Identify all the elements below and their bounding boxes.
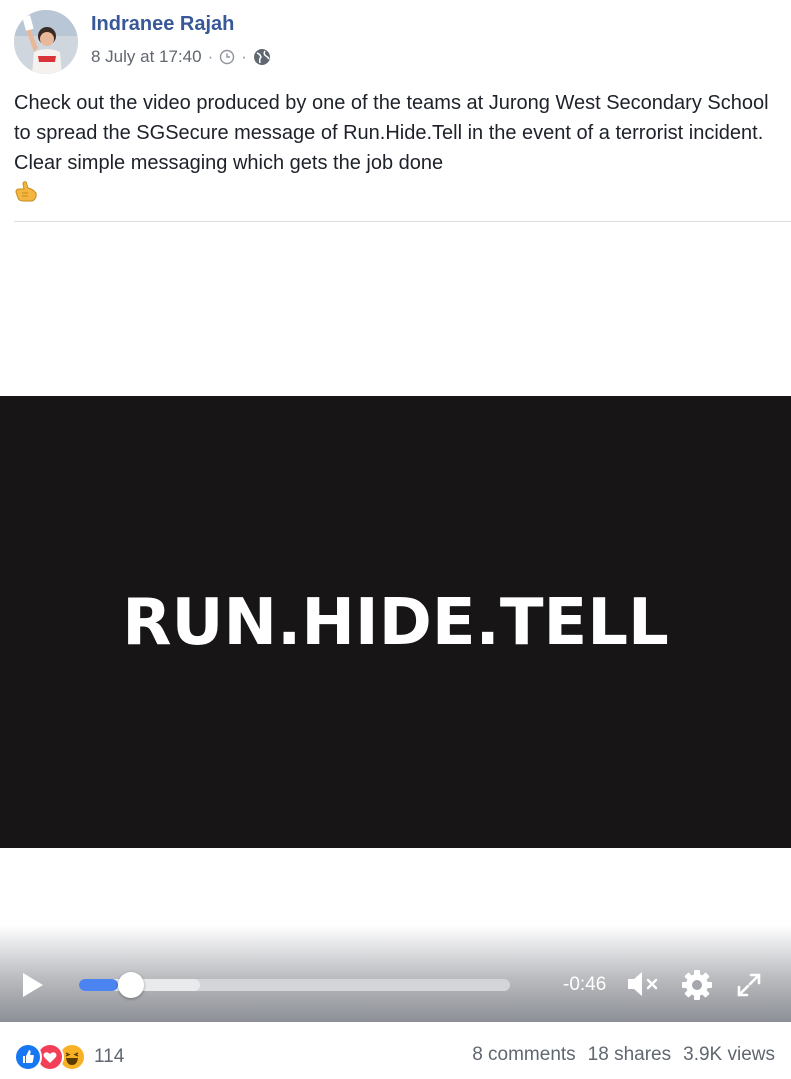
author-avatar[interactable] <box>14 10 78 74</box>
post-meta: 8 July at 17:40 · · <box>91 46 271 68</box>
video-title-text: RUN.HIDE.TELL <box>122 586 669 660</box>
progress-played <box>79 979 118 991</box>
gear-icon[interactable] <box>680 968 714 1007</box>
separator-dot-2: · <box>241 47 247 66</box>
views-count: 3.9K views <box>683 1044 775 1065</box>
reactions-summary[interactable]: 114 <box>14 1043 124 1071</box>
post-body-text: Check out the video produced by one of t… <box>14 92 769 174</box>
avatar-photo <box>14 10 78 74</box>
author-name[interactable]: Indranee Rajah <box>91 13 234 36</box>
post-date[interactable]: 8 July at 17:40 <box>91 47 202 67</box>
pointing-hand-emoji-icon <box>14 180 40 213</box>
shares-link[interactable]: 18 shares <box>588 1044 671 1066</box>
video-frame[interactable]: RUN.HIDE.TELL <box>0 396 791 848</box>
progress-handle[interactable] <box>117 972 144 998</box>
time-remaining: -0:46 <box>563 974 607 995</box>
video-controls-bar <box>0 925 791 1022</box>
comments-link[interactable]: 8 comments <box>472 1044 575 1066</box>
play-icon[interactable] <box>20 971 46 999</box>
post-footer: 114 8 comments 18 shares 3.9K views <box>0 1022 791 1079</box>
clock-icon <box>219 49 235 65</box>
progress-bar[interactable] <box>79 972 510 998</box>
separator-dot: · <box>207 47 214 66</box>
volume-muted-icon[interactable] <box>626 968 660 1005</box>
like-reaction-icon <box>14 1043 42 1071</box>
expand-icon[interactable] <box>735 971 763 1004</box>
globe-icon[interactable] <box>253 48 271 66</box>
post-text: Check out the video produced by one of t… <box>14 88 784 213</box>
post-stats: 8 comments 18 shares 3.9K views <box>472 1044 775 1066</box>
reaction-count[interactable]: 114 <box>94 1046 124 1068</box>
